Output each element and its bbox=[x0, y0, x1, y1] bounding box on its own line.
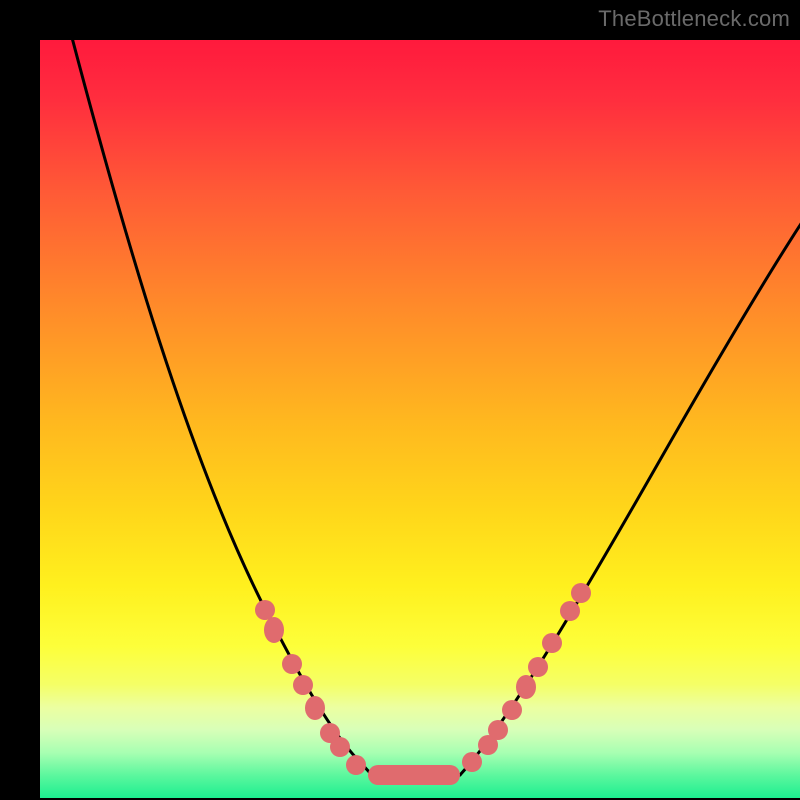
data-markers-right bbox=[462, 583, 591, 772]
chart-container: TheBottleneck.com bbox=[0, 0, 800, 800]
plot-area bbox=[40, 40, 800, 798]
bottleneck-curve bbox=[40, 40, 800, 798]
data-markers-left bbox=[255, 600, 366, 775]
data-markers-bottom bbox=[368, 765, 460, 785]
watermark-text: TheBottleneck.com bbox=[598, 6, 790, 32]
